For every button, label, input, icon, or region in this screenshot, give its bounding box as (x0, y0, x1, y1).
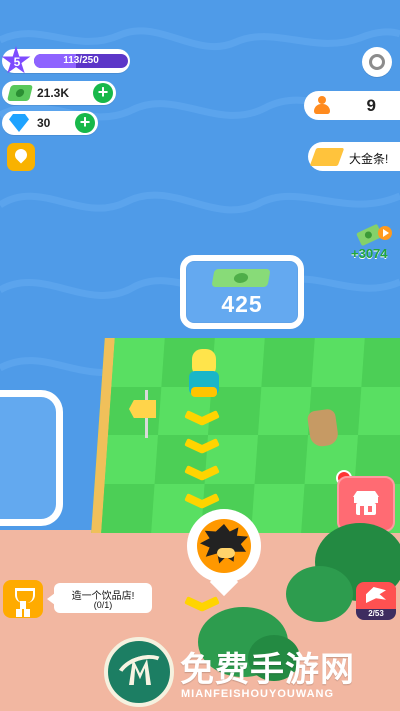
cash-icon (211, 269, 271, 287)
path-arrow (185, 410, 219, 424)
player-belt (191, 387, 217, 397)
path-arrow (185, 493, 219, 507)
path-arrow (185, 438, 219, 452)
watermark-chinese: 免费手游网 (180, 651, 355, 689)
sign-board (129, 400, 156, 418)
boss-portrait (197, 519, 251, 573)
boss-button[interactable]: 2/53 (356, 582, 396, 620)
player-character (186, 349, 220, 401)
mission-tooltip: 造一个饮品店! (0/1) (47, 583, 152, 613)
mission-progress: (0/1) (93, 600, 113, 610)
trophy-button[interactable] (3, 580, 43, 618)
watermark-logo (104, 637, 174, 707)
purchase-pad: 425 (180, 255, 304, 329)
character-marker (187, 509, 261, 607)
watermark-english: MIANFEISHOUYOUWANG (181, 688, 335, 700)
spiky-head (200, 524, 248, 564)
shop-icon (353, 491, 379, 515)
mouth (217, 548, 235, 558)
resource-sack (306, 408, 340, 448)
unlock-zone-left (0, 390, 63, 526)
boss-count: 2/53 (368, 609, 384, 618)
game-scene: 425 5 113/250 21.3K + 30 + 9 大金条! +3074 … (0, 0, 400, 711)
direction-sign (129, 390, 164, 438)
path-arrow (185, 465, 219, 479)
purchase-price: 425 (221, 291, 263, 317)
shop-button-wrap[interactable] (336, 470, 400, 532)
tree (286, 566, 353, 622)
